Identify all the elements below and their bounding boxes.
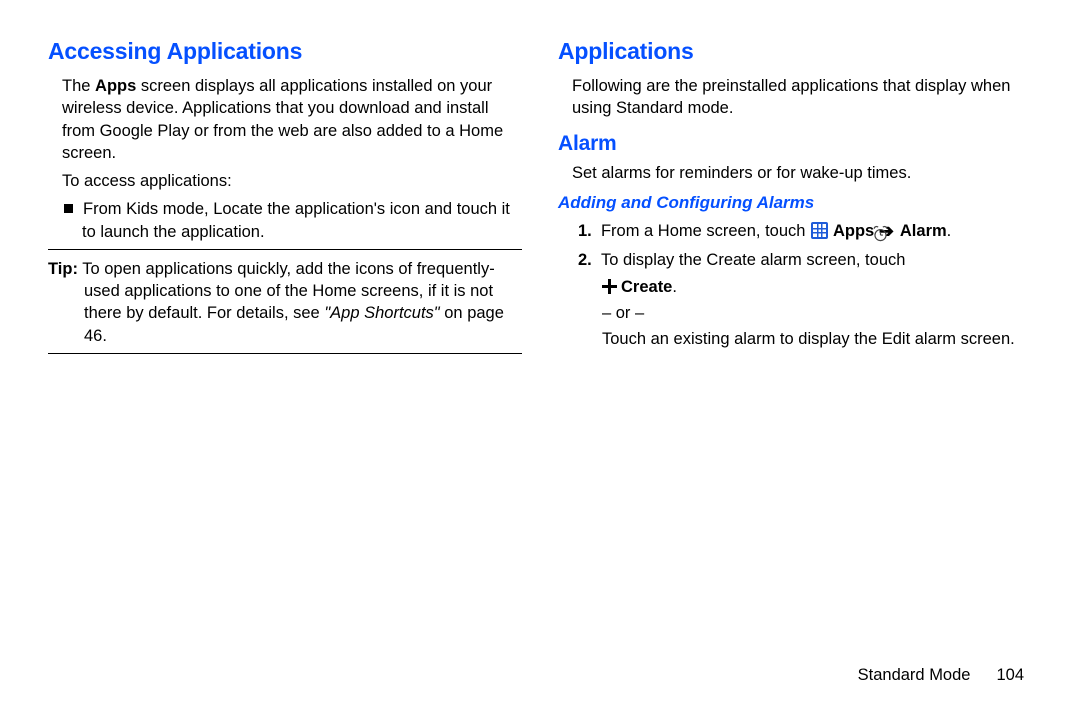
bullet-item: From Kids mode, Locate the application's… xyxy=(48,198,522,243)
edit-alarm-paragraph: Touch an existing alarm to display the E… xyxy=(558,328,1032,350)
heading-adding-configuring: Adding and Configuring Alarms xyxy=(558,192,1032,215)
alarm-desc-paragraph: Set alarms for reminders or for wake-up … xyxy=(558,162,1032,184)
bullet-text: From Kids mode, Locate the application's… xyxy=(82,200,510,240)
footer-section: Standard Mode xyxy=(858,666,971,684)
right-column: Applications Following are the preinstal… xyxy=(540,36,1032,362)
divider xyxy=(48,353,522,354)
step-number: 1. xyxy=(578,222,592,240)
left-column: Accessing Applications The Apps screen d… xyxy=(48,36,540,362)
period: . xyxy=(947,222,952,240)
tip-block: Tip: To open applications quickly, add t… xyxy=(48,258,522,347)
create-line: Create. xyxy=(558,276,1032,298)
page-number: 104 xyxy=(970,666,1024,684)
period: . xyxy=(672,278,677,296)
heading-alarm: Alarm xyxy=(558,130,1032,158)
create-label: Create xyxy=(621,278,672,296)
heading-applications: Applications xyxy=(558,36,1032,67)
step-text: From a Home screen, touch xyxy=(601,222,810,240)
to-access-paragraph: To access applications: xyxy=(48,170,522,192)
tip-label: Tip: xyxy=(48,260,78,278)
text: The xyxy=(62,77,95,95)
heading-accessing-applications: Accessing Applications xyxy=(48,36,522,67)
step-2: 2. To display the Create alarm screen, t… xyxy=(558,249,1032,271)
divider xyxy=(48,249,522,250)
preinstalled-paragraph: Following are the preinstalled applicati… xyxy=(558,75,1032,120)
or-line: – or – xyxy=(558,302,1032,324)
square-bullet-icon xyxy=(64,204,73,213)
numbered-list: 1. From a Home screen, touch Apps ➔ Alar… xyxy=(558,219,1032,350)
apps-grid-icon xyxy=(811,222,828,239)
step-number: 2. xyxy=(578,251,592,269)
two-column-layout: Accessing Applications The Apps screen d… xyxy=(48,36,1032,362)
manual-page: Accessing Applications The Apps screen d… xyxy=(0,0,1080,720)
plus-icon xyxy=(602,279,617,294)
bold-apps: Apps xyxy=(95,77,136,95)
alarm-label: Alarm xyxy=(896,222,947,240)
tip-reference: "App Shortcuts" xyxy=(324,304,439,322)
step-text: To display the Create alarm screen, touc… xyxy=(601,251,906,269)
step-1: 1. From a Home screen, touch Apps ➔ Alar… xyxy=(558,219,1032,245)
apps-screen-paragraph: The Apps screen displays all application… xyxy=(48,75,522,164)
page-footer: Standard Mode104 xyxy=(858,664,1024,686)
